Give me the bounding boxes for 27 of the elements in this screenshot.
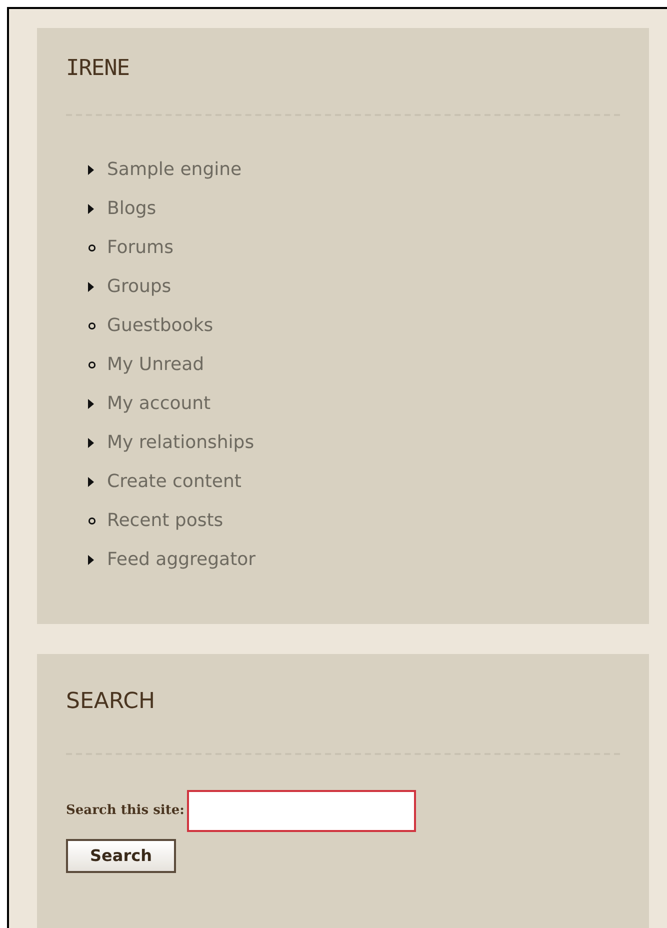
block-title: SEARCH bbox=[66, 688, 156, 716]
menu-link[interactable]: My account bbox=[107, 390, 211, 417]
menu-link[interactable]: Forums bbox=[107, 234, 174, 261]
field-label: Search this site: bbox=[66, 802, 184, 820]
menu-link[interactable]: Feed aggregator bbox=[107, 546, 256, 573]
circle-icon bbox=[88, 360, 96, 368]
menu-link[interactable]: Guestbooks bbox=[107, 312, 214, 339]
triangle-icon bbox=[88, 398, 94, 408]
triangle-icon bbox=[88, 282, 94, 292]
block-title: IRENE bbox=[66, 55, 130, 83]
search-field[interactable] bbox=[187, 790, 416, 832]
circle-icon bbox=[88, 244, 96, 252]
triangle-icon bbox=[88, 476, 94, 486]
triangle-icon bbox=[88, 204, 94, 214]
circle-icon bbox=[88, 322, 96, 330]
triangle-icon bbox=[88, 438, 94, 448]
triangle-icon bbox=[88, 164, 94, 174]
menu-link[interactable]: My relationships bbox=[107, 429, 254, 456]
menu-link[interactable]: Blogs bbox=[107, 195, 156, 222]
circle-icon bbox=[88, 516, 96, 524]
menu-link[interactable]: Groups bbox=[107, 273, 172, 300]
triangle-icon bbox=[88, 554, 94, 564]
search-button[interactable]: Search bbox=[66, 838, 176, 873]
menu-link[interactable]: Recent posts bbox=[107, 507, 224, 534]
menu-link[interactable]: Create content bbox=[107, 468, 242, 495]
menu-link[interactable]: Sample engine bbox=[107, 156, 242, 183]
menu-link[interactable]: My Unread bbox=[107, 351, 204, 378]
